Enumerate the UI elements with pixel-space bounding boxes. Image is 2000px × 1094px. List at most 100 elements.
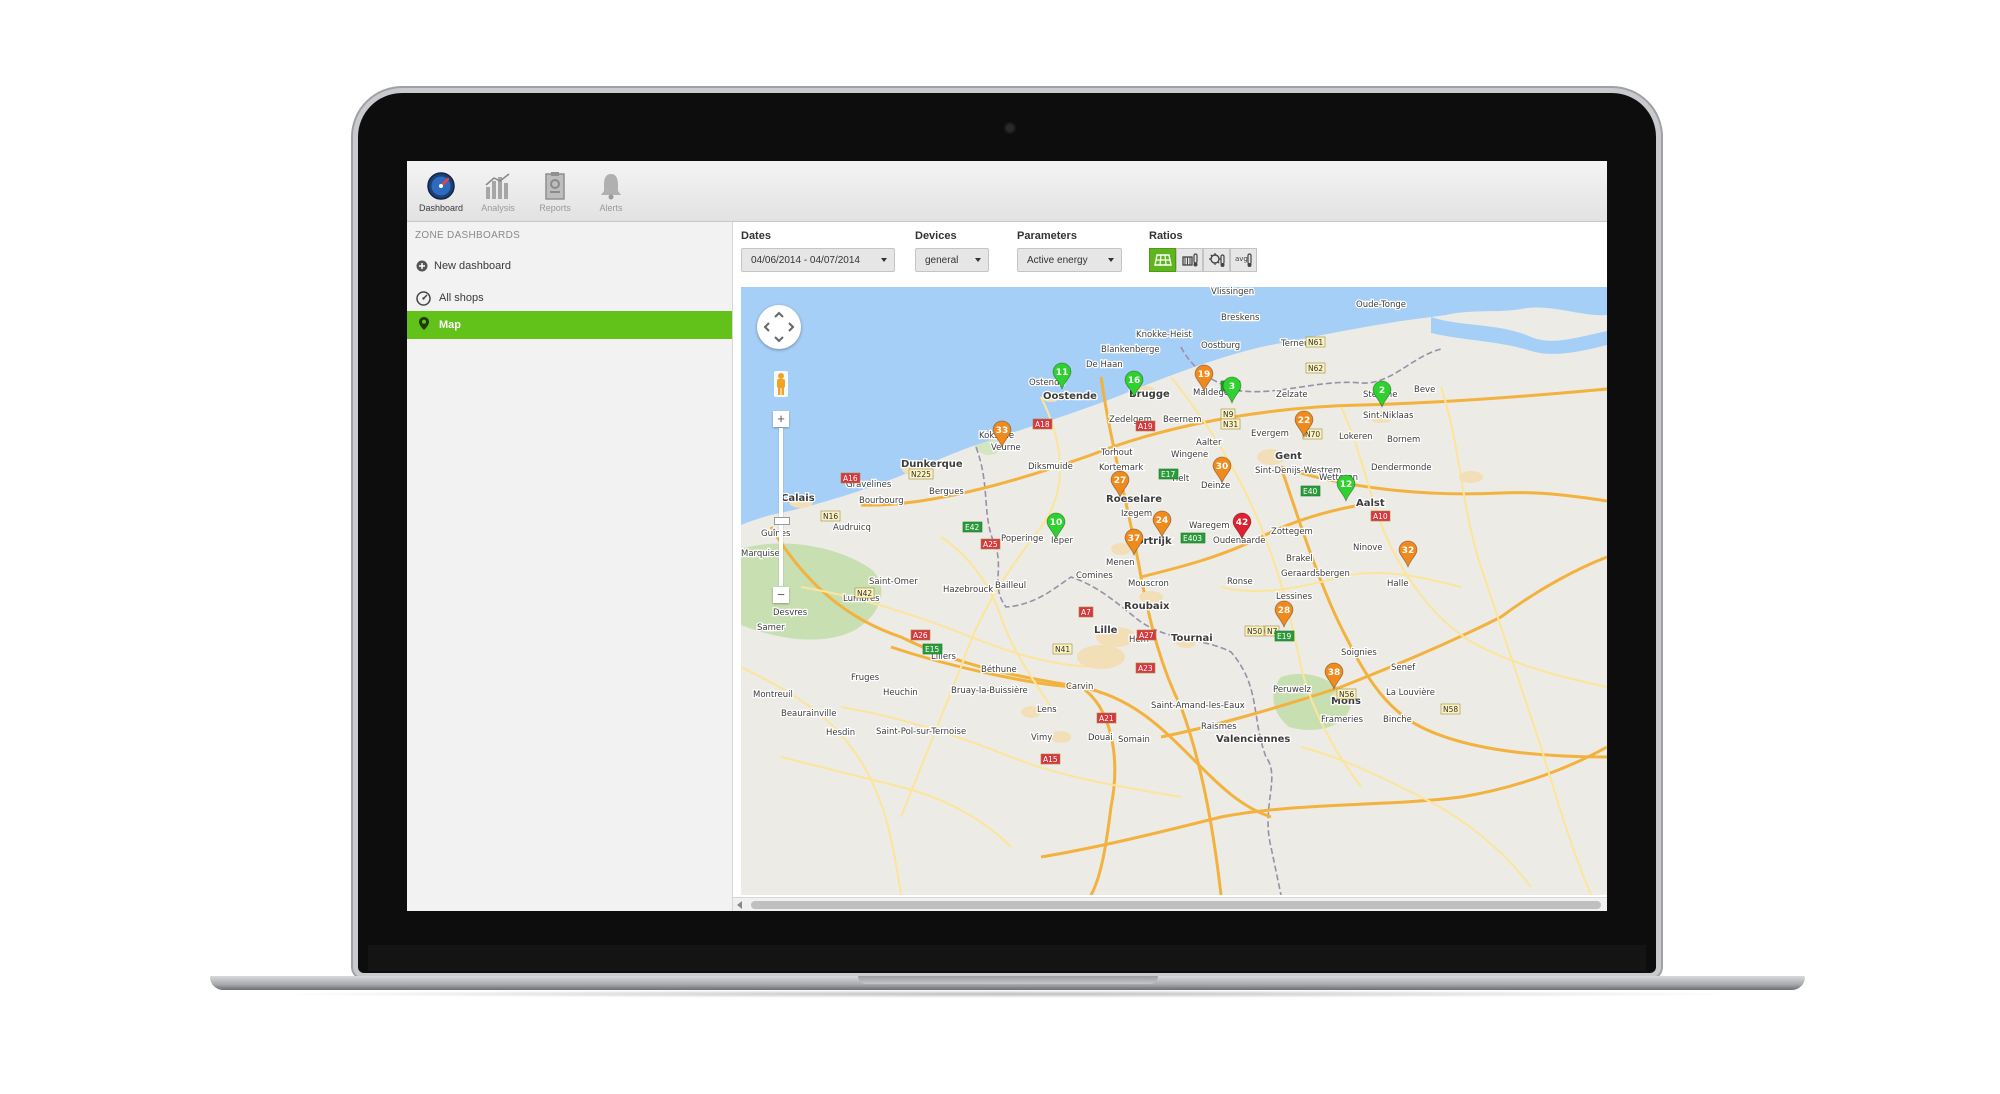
zoom-in-button[interactable]: +: [773, 411, 789, 427]
map-place-label: Raismes: [1201, 722, 1237, 732]
road-shield-label: E40: [1303, 487, 1318, 496]
road-shield: A23: [1135, 662, 1156, 674]
sidebar-item-map[interactable]: Map: [407, 311, 732, 339]
zoom-slider-track[interactable]: [779, 428, 783, 586]
map-place-label: Binche: [1383, 715, 1412, 725]
marker-label: 28: [1278, 606, 1291, 616]
map-pan-control[interactable]: [757, 305, 801, 349]
road-shield-label: A25: [983, 540, 998, 549]
nav-dashboard[interactable]: Dashboard: [413, 171, 469, 217]
nav-label: Analysis: [481, 203, 515, 213]
bell-icon: [601, 174, 621, 200]
map-canvas[interactable]: VlissingenOude-TongeBreskensTerneuzenKno…: [741, 287, 1607, 895]
marker-label: 30: [1216, 462, 1229, 472]
map-place-label: Waregem: [1189, 521, 1230, 531]
map-place-label: Brakel: [1286, 554, 1313, 564]
ratio-floor-area-button[interactable]: [1149, 248, 1176, 272]
new-dashboard-button[interactable]: New dashboard: [407, 252, 732, 280]
map-pin-icon: [419, 317, 429, 330]
road-shield-label: E403: [1183, 534, 1202, 543]
road-shield-label: N42: [857, 589, 872, 598]
new-dashboard-label: New dashboard: [434, 260, 512, 272]
map-place-label: Bailleul: [995, 581, 1026, 591]
weather-icon: [1208, 253, 1225, 267]
main-panel: Dates 04/06/2014 - 04/07/2014 Devices ge…: [733, 222, 1607, 911]
parameters-label: Parameters: [1017, 230, 1077, 242]
ratio-temperature-button[interactable]: [1176, 248, 1203, 272]
devices-dropdown[interactable]: general: [915, 248, 989, 272]
map-place-label: Carvin: [1066, 682, 1093, 692]
map-place-label: Desvres: [773, 608, 808, 618]
ratio-average-button[interactable]: avg: [1230, 248, 1257, 272]
map-place-label: Bruay-la-Buissière: [951, 685, 1028, 696]
app-screen: Dashboard Analysis Reports Alerts ZONE D…: [407, 161, 1607, 911]
road-shield: E19: [1274, 630, 1295, 642]
road-shield-label: N50: [1247, 627, 1262, 636]
road-shield: E40: [1300, 485, 1321, 497]
laptop-notch: [858, 976, 1158, 984]
horizontal-scrollbar[interactable]: [733, 897, 1607, 911]
map-place-label: Izegem: [1121, 509, 1152, 519]
dates-dropdown[interactable]: 04/06/2014 - 04/07/2014: [741, 248, 895, 272]
marker-label: 2: [1379, 386, 1385, 396]
street-view-pegman[interactable]: [774, 371, 788, 402]
road-shield: N58: [1440, 703, 1461, 715]
map-place-label: Hesdin: [826, 728, 855, 738]
parameters-dropdown[interactable]: Active energy: [1017, 248, 1122, 272]
map-place-label: Menen: [1106, 558, 1135, 568]
shops-map[interactable]: Vlissingen Oude-Tonge Breskens Terneuzen Kno…: [741, 287, 1607, 895]
map-place-label: Breskens: [1221, 313, 1260, 323]
map-place-label: Bergues: [929, 487, 964, 497]
map-place-label: Gent: [1275, 451, 1302, 462]
nav-label: Reports: [539, 203, 571, 213]
map-place-label: Zottegem: [1271, 527, 1313, 537]
scroll-left-arrow-icon[interactable]: [737, 901, 742, 909]
sidebar-item-label: All shops: [439, 292, 484, 304]
road-shield-label: E42: [965, 523, 980, 532]
nav-reports[interactable]: Reports: [527, 171, 583, 217]
road-shield: A18: [1032, 418, 1053, 430]
caret-down-icon: [1108, 258, 1114, 262]
marker-label: 3: [1229, 382, 1235, 392]
devices-value: general: [925, 255, 959, 266]
map-place-label: Oude-Tonge: [1356, 300, 1406, 310]
map-place-label: Zelzate: [1276, 390, 1308, 400]
marker-label: 32: [1402, 546, 1415, 556]
road-shield: N42: [854, 587, 875, 599]
dates-label: Dates: [741, 230, 771, 242]
map-place-label: Sint-Niklaas: [1363, 411, 1414, 421]
average-text: avg: [1235, 255, 1248, 263]
webcam: [1006, 124, 1014, 132]
map-place-label: Douai: [1088, 733, 1113, 743]
road-shield: N16: [820, 510, 841, 522]
nav-analysis[interactable]: Analysis: [470, 171, 526, 217]
road-shield-label: N16: [823, 512, 838, 521]
sidebar-item-all-shops[interactable]: All shops: [407, 284, 732, 312]
road-shield: N225: [908, 468, 934, 480]
map-place-label: Marquise: [741, 549, 780, 559]
road-shield: A16: [840, 472, 861, 484]
nav-alerts[interactable]: Alerts: [583, 171, 639, 217]
map-place-label: Hazebrouck: [943, 585, 993, 595]
road-shield-label: N31: [1223, 420, 1238, 429]
road-shield: N50: [1244, 625, 1265, 637]
top-nav-bar: Dashboard Analysis Reports Alerts: [407, 161, 1607, 222]
map-place-label: Calais: [781, 493, 815, 504]
marker-label: 24: [1156, 516, 1169, 526]
road-shield: E42: [962, 521, 983, 533]
marker-label: 38: [1328, 668, 1341, 678]
map-place-label: Saint-Omer: [869, 577, 918, 587]
scrollbar-thumb[interactable]: [751, 901, 1601, 909]
zoom-slider-handle[interactable]: [774, 517, 790, 525]
marker-label: 22: [1298, 416, 1311, 426]
map-place-label: Roeselare: [1106, 494, 1162, 505]
marker-label: 10: [1050, 518, 1063, 528]
road-shield: E15: [922, 643, 943, 655]
marker-label: 27: [1114, 476, 1127, 486]
road-shield-label: A26: [913, 631, 928, 640]
marker-label: 11: [1056, 368, 1069, 378]
road-shield: A7: [1078, 606, 1094, 618]
ratio-weather-button[interactable]: [1203, 248, 1230, 272]
road-shield-label: N56: [1339, 690, 1354, 699]
zoom-out-button[interactable]: −: [773, 587, 789, 603]
